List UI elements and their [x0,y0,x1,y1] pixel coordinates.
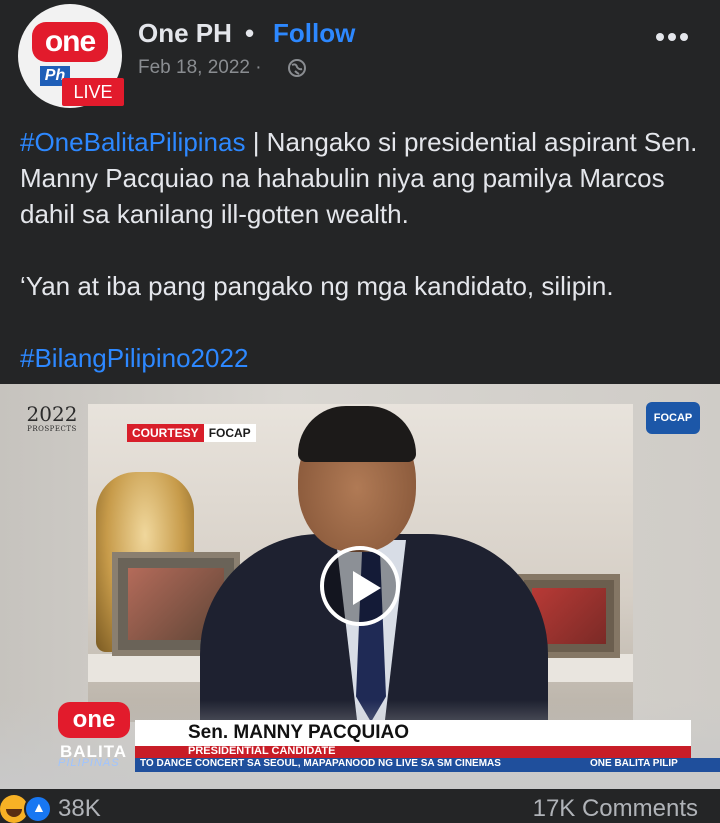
hashtag-link[interactable]: #OneBalitaPilipinas [20,127,245,157]
post-paragraph-2: ‘Yan at iba pang pangako ng mga kandidat… [20,271,614,301]
post-paragraph-3: #BilangPilipino2022 [20,340,710,376]
courtesy-tag: COURTESY FOCAP [127,424,256,442]
follow-button[interactable]: Follow [273,18,355,49]
one-logo: one [32,22,108,62]
speaker-role: PRESIDENTIAL CANDIDATE [188,745,336,757]
post-body: #OneBalitaPilipinas | Nangako si preside… [20,124,710,412]
prospects-logo: 2022 PROSPECTS [26,402,78,433]
video-player[interactable]: 2022 PROSPECTS COURTESY FOCAP FOCAP one … [0,384,720,789]
brand-sub: PILIPINAS [58,757,120,769]
post-date[interactable]: Feb 18, 2022 · [138,57,262,79]
reaction-count[interactable]: 38K [58,795,101,823]
post-header: one Ph LIVE One PH • Follow Feb 18, 2022… [0,0,720,110]
play-icon[interactable] [320,546,400,626]
focap-badge: FOCAP [646,402,700,434]
separator-dot: • [245,18,255,48]
live-badge: LIVE [62,78,124,106]
one-logo: one [58,702,130,738]
ticker-text: TO DANCE CONCERT SA SEOUL, MAPAPANOOD NG… [140,758,501,769]
post-footer: 38K 17K Comments [0,789,720,823]
globe-icon [288,59,306,77]
more-options-icon[interactable] [648,22,696,52]
speaker-name: Sen. MANNY PACQUIAO [188,722,409,743]
like-icon [24,795,52,823]
post-paragraph-1: #OneBalitaPilipinas | Nangako si preside… [20,124,710,232]
comments-count[interactable]: 17K Comments [533,795,698,823]
hashtag-link[interactable]: #BilangPilipino2022 [20,343,248,373]
ticker-tag: ONE BALITA PILIP [590,758,678,769]
page-name[interactable]: One PH [138,18,232,49]
